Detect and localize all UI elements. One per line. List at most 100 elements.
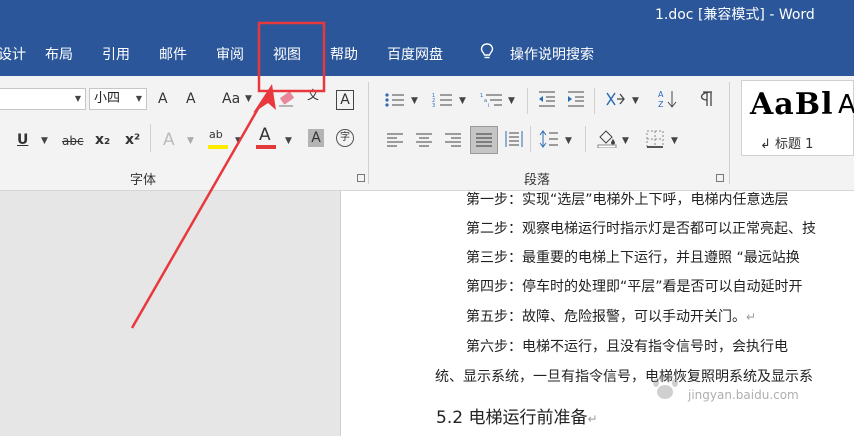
window-title: 1.doc [兼容模式] - Word [655, 7, 815, 23]
line-spacing-icon[interactable] [539, 130, 559, 148]
align-center-icon[interactable] [415, 132, 433, 148]
paragraph-step-3: 第三步：最重要的电梯上下运行，并且遵照 “最远站换 [466, 247, 800, 267]
paw-logo [653, 374, 678, 399]
paragraph-text: 第四步：停车时的处理即“平层”看是否可以自动延时开 [466, 279, 803, 295]
font-group-label: 字体 [130, 173, 157, 188]
superscript-button[interactable]: x² [125, 131, 140, 149]
paragraph-text: 第三步：最重要的电梯上下运行，并且遵照 “最远站换 [466, 250, 800, 266]
font-name-combo[interactable]: ▼ [0, 88, 86, 110]
chevron-down-icon: ▼ [74, 94, 81, 103]
strikethrough-button[interactable]: abc [62, 132, 84, 150]
divider [150, 124, 151, 152]
highlight-color-swatch [208, 145, 228, 149]
font-color-swatch [256, 145, 276, 149]
chevron-down-icon: ▼ [245, 94, 252, 104]
tab-baidu-netdisk[interactable]: 百度网盘 [387, 44, 443, 64]
shading-icon[interactable] [596, 128, 618, 148]
font-color-button[interactable]: A [259, 126, 271, 144]
borders-icon[interactable] [646, 130, 664, 148]
highlight-button[interactable]: ab [209, 126, 223, 144]
justify-button[interactable] [470, 126, 498, 154]
chevron-down-icon: ▼ [622, 136, 629, 146]
shrink-font-button[interactable]: A [186, 90, 196, 108]
svg-text:Z: Z [658, 100, 664, 109]
paragraph-step-1: 第一步：实现“选层”电梯外上下呼，电梯内任意选层 [466, 191, 789, 209]
chevron-down-icon: ▼ [187, 136, 194, 146]
paragraph-text: 第六步：电梯不运行，且没有指令信号时，会执行电 [466, 339, 788, 355]
underline-button[interactable]: U [17, 131, 28, 149]
phonetic-guide-button[interactable]: 文 [307, 86, 319, 104]
paragraph-dialog-launcher[interactable] [716, 174, 724, 182]
chevron-down-icon: ▼ [671, 136, 678, 146]
decrease-indent-icon[interactable] [537, 90, 557, 108]
tab-help[interactable]: 帮助 [330, 44, 358, 64]
svg-text:i: i [488, 103, 489, 108]
paragraph-group-label: 段落 [524, 173, 551, 188]
character-border-button[interactable]: A [336, 90, 354, 110]
chevron-down-icon: ▼ [508, 96, 515, 106]
sort-icon[interactable]: AZ [657, 88, 679, 110]
chevron-down-icon: ▼ [41, 136, 48, 146]
chevron-down-icon: ▼ [565, 136, 572, 146]
text-effects-button[interactable]: A [163, 131, 175, 149]
justify-icon [476, 133, 492, 147]
tab-layout[interactable]: 布局 [45, 44, 73, 64]
increase-indent-icon[interactable] [566, 90, 586, 108]
tab-mailings[interactable]: 邮件 [159, 44, 187, 64]
tab-view[interactable]: 视图 [273, 44, 301, 64]
svg-text:3: 3 [432, 103, 435, 108]
heading-text: 5.2 电梯运行前准备 [436, 408, 588, 428]
paragraph-step-6: 第六步：电梯不运行，且没有指令信号时，会执行电 [466, 336, 788, 356]
divider [729, 82, 730, 184]
font-dialog-launcher[interactable] [357, 174, 365, 182]
paragraph-mark: ↵ [746, 310, 757, 324]
paragraph-mark: ↵ [587, 412, 598, 426]
tab-review[interactable]: 审阅 [216, 44, 244, 64]
paragraph-step-2: 第二步：观察电梯运行时指示灯是否都可以正常亮起、技 [466, 218, 816, 238]
paragraph-text: 第一步：实现“选层”电梯外上下呼，电梯内任意选层 [466, 192, 789, 208]
subscript-button[interactable]: x₂ [95, 131, 110, 149]
style-heading1-name: ↲ 标题 1 [760, 137, 814, 152]
svg-text:a: a [484, 98, 487, 104]
divider [527, 88, 528, 114]
divider [530, 126, 531, 152]
divider [368, 82, 369, 184]
bullets-icon[interactable] [384, 92, 406, 108]
clear-formatting-icon[interactable] [277, 90, 299, 108]
change-case-button[interactable]: Aa [222, 90, 240, 108]
chevron-down-icon: ▼ [235, 136, 242, 146]
chevron-down-icon: ▼ [285, 136, 292, 146]
enclose-characters-button[interactable]: 字 [336, 129, 354, 147]
character-shading-button[interactable]: A [308, 129, 324, 147]
title-bar: 1.doc [兼容模式] - Word [0, 0, 854, 32]
font-size-combo[interactable]: 小四 ▼ [89, 88, 147, 110]
svg-text:1: 1 [480, 93, 483, 99]
numbering-icon[interactable]: 123 [432, 92, 454, 108]
multilevel-list-icon[interactable]: 1ai [480, 92, 504, 108]
svg-text:A: A [658, 90, 664, 99]
tab-references[interactable]: 引用 [102, 44, 130, 64]
paragraph-text: 第五步：故障、危险报警，可以手动开关门。 [466, 309, 746, 325]
show-hide-marks-icon[interactable] [695, 90, 715, 108]
paragraph-text: 第二步：观察电梯运行时指示灯是否都可以正常亮起、技 [466, 221, 816, 237]
chevron-down-icon: ▼ [411, 96, 418, 106]
chevron-down-icon: ▼ [135, 94, 142, 103]
paragraph-step-5: 第五步：故障、危险报警，可以手动开关门。↵ [466, 306, 756, 326]
paragraph-step-4: 第四步：停车时的处理即“平层”看是否可以自动延时开 [466, 276, 803, 296]
chinese-layout-icon[interactable] [604, 90, 626, 108]
tab-design[interactable]: 设计 [0, 44, 26, 64]
divider [594, 88, 595, 114]
lightbulb-icon[interactable] [480, 43, 494, 61]
align-left-icon[interactable] [386, 132, 404, 148]
grow-font-button[interactable]: A [158, 90, 168, 108]
style-next-preview[interactable]: A [838, 90, 854, 120]
distributed-icon[interactable] [505, 130, 523, 148]
chevron-down-icon: ▼ [632, 96, 639, 106]
font-size-value: 小四 [94, 91, 121, 106]
baidu-jingyan-watermark: jingyan.baidu.com [420, 368, 800, 408]
chevron-down-icon: ▼ [459, 96, 466, 106]
align-right-icon[interactable] [444, 132, 462, 148]
tell-me-search[interactable]: 操作说明搜索 [510, 44, 594, 64]
divider [585, 126, 586, 152]
ribbon-home: ▼ 小四 ▼ A A Aa ▼ 文 A U ▼ abc x₂ x² A ▼ ab … [0, 76, 854, 191]
